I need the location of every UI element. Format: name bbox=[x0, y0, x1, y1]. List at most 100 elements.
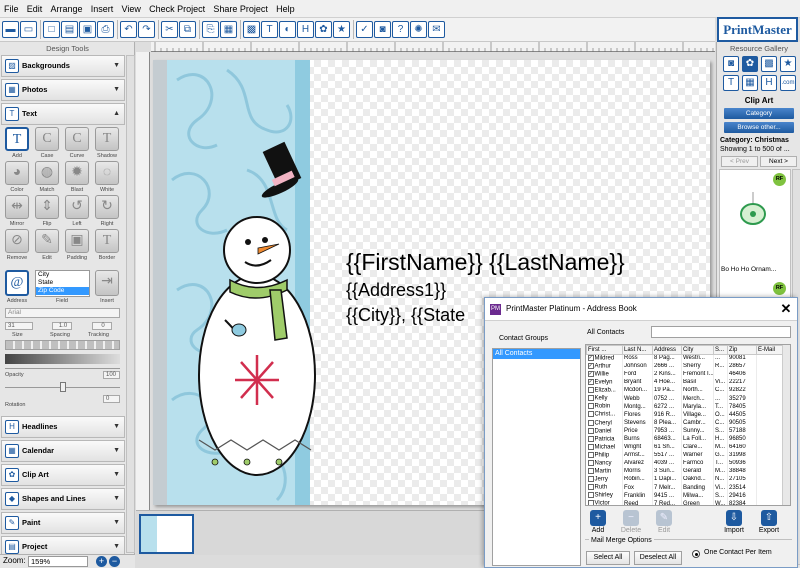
lightbulb-icon[interactable]: ✺ bbox=[410, 21, 427, 38]
email-icon[interactable]: ✉ bbox=[428, 21, 445, 38]
category-clip-art[interactable]: ✿ Clip Art ▼ bbox=[1, 464, 125, 486]
checkbox[interactable] bbox=[587, 443, 594, 450]
table-row[interactable]: ✓ Arthur Johnson 2666 ... Sherry R... 28657 bbox=[586, 362, 783, 371]
panel-scrollbar[interactable] bbox=[126, 55, 135, 553]
browse-other-button[interactable]: Browse other... bbox=[724, 122, 794, 133]
contact-groups-list[interactable]: All Contacts bbox=[492, 348, 581, 566]
checkbox[interactable] bbox=[587, 468, 594, 475]
rotation-slider-handle[interactable] bbox=[60, 382, 66, 392]
border-tool[interactable]: T bbox=[95, 229, 119, 253]
size-field[interactable]: 31 bbox=[5, 322, 33, 330]
image-icon[interactable]: ▩ bbox=[243, 21, 260, 38]
checkbox[interactable] bbox=[587, 459, 594, 466]
merge-line-city[interactable]: {{City}}, {{State bbox=[346, 305, 465, 326]
category-calendar[interactable]: ▦ Calendar ▼ bbox=[1, 440, 125, 462]
merge-line-name[interactable]: {{FirstName}} {{LastName}} bbox=[346, 249, 625, 276]
zoom-in-icon[interactable]: + bbox=[96, 556, 107, 567]
table-row[interactable]: Daniel Price 7953 ... Sunny... S... 57188 bbox=[586, 427, 783, 436]
rotation-field[interactable]: 0 bbox=[103, 395, 120, 403]
checkbox[interactable] bbox=[587, 411, 594, 418]
table-row[interactable]: Victor Reed 7 Red... Green W... 82384 bbox=[586, 500, 783, 505]
menu-edit[interactable]: Edit bbox=[24, 0, 46, 18]
color-tool[interactable]: ◕ bbox=[5, 161, 29, 185]
white-tool[interactable]: ◌ bbox=[95, 161, 119, 185]
table-row[interactable]: ✓ Willie Ford 2 Kins... Fremont I... 46406 bbox=[586, 370, 783, 379]
table-row[interactable]: Ruth Fox 7 Melr... Banding Vi... 23514 bbox=[586, 484, 783, 493]
undo-icon[interactable]: ↶ bbox=[120, 21, 137, 38]
page-view-icon[interactable]: ▭ bbox=[20, 21, 37, 38]
field-list[interactable]: City State Zip Code bbox=[35, 270, 90, 297]
font-select[interactable]: Arial bbox=[5, 308, 120, 318]
column-header[interactable]: S... bbox=[713, 345, 728, 355]
star-icon[interactable]: ★ bbox=[333, 21, 350, 38]
menu-arrange[interactable]: Arrange bbox=[48, 0, 86, 18]
import-icon[interactable]: ⇩ bbox=[726, 510, 742, 526]
table-row[interactable]: Cheryl Stevens 8 Plea... Cambr... C... 90505 bbox=[586, 419, 783, 428]
add-button-label[interactable]: Add bbox=[581, 527, 615, 534]
select-all-button[interactable]: Select All bbox=[586, 551, 630, 565]
checkbox[interactable] bbox=[587, 484, 594, 491]
menu-share-project[interactable]: Share Project bbox=[210, 0, 271, 18]
checkbox[interactable] bbox=[587, 476, 594, 483]
photo-icon[interactable]: ▦ bbox=[220, 21, 237, 38]
add-text-tool[interactable]: T bbox=[5, 127, 29, 151]
table-row[interactable]: Christ... Flores 916 R... Village... O... 445… bbox=[586, 411, 783, 420]
save-icon[interactable]: ▣ bbox=[79, 21, 96, 38]
spacing-field[interactable]: 1.0 bbox=[52, 322, 72, 330]
grid-gallery-icon[interactable]: ▦ bbox=[742, 75, 758, 91]
deselect-all-button[interactable]: Deselect All bbox=[634, 551, 682, 565]
address-book-button[interactable]: @ bbox=[5, 270, 29, 296]
checkbox[interactable] bbox=[587, 435, 594, 442]
table-row[interactable]: Shirley Franklin 9415 ... Milwa... S... 29416 bbox=[586, 492, 783, 501]
flower-gallery-icon[interactable]: ✿ bbox=[742, 56, 758, 72]
category-text[interactable]: T Text ▲ bbox=[1, 103, 125, 125]
rotate-left-tool[interactable]: ↺ bbox=[65, 195, 89, 219]
next-button[interactable]: Next > bbox=[760, 156, 797, 167]
table-row[interactable]: Elizab... Mcdon... 19 Pa... North... C... 928… bbox=[586, 386, 783, 395]
checked-checkbox[interactable]: ✓ bbox=[587, 362, 594, 369]
page-icon[interactable]: ▬ bbox=[2, 21, 19, 38]
field-option[interactable]: State bbox=[36, 279, 89, 287]
menu-file[interactable]: File bbox=[0, 0, 22, 18]
checked-checkbox[interactable]: ✓ bbox=[587, 355, 594, 361]
case-tool[interactable]: C bbox=[35, 127, 59, 151]
preview-icon[interactable]: ◙ bbox=[374, 21, 391, 38]
contact-search-input[interactable] bbox=[651, 326, 791, 338]
table-scrollbar[interactable] bbox=[782, 345, 790, 505]
table-row[interactable]: Jerry Robin... 1 Dapi... Oakrid... N... 27105 bbox=[586, 475, 783, 484]
checkbox[interactable] bbox=[587, 387, 594, 394]
category-shapes[interactable]: ◆ Shapes and Lines ▼ bbox=[1, 488, 125, 510]
checked-checkbox[interactable]: ✓ bbox=[587, 370, 594, 377]
zoom-out-icon[interactable]: − bbox=[109, 556, 120, 567]
open-icon[interactable]: ▤ bbox=[61, 21, 78, 38]
opacity-field[interactable]: 100 bbox=[103, 371, 120, 379]
paste-icon[interactable]: ⎘ bbox=[202, 21, 219, 38]
checkbox[interactable] bbox=[587, 427, 594, 434]
page-thumbnail[interactable] bbox=[139, 514, 194, 554]
table-row[interactable]: Patricia Burns 68463... La Foll... H... 96850 bbox=[586, 435, 783, 444]
curve-tool[interactable]: C bbox=[65, 127, 89, 151]
remove-tool[interactable]: ⊘ bbox=[5, 229, 29, 253]
shadow-tool[interactable]: T bbox=[95, 127, 119, 151]
close-icon[interactable]: ✕ bbox=[778, 301, 794, 317]
export-icon[interactable]: ⇧ bbox=[761, 510, 777, 526]
table-row[interactable]: Kelly Webb 0752 ... Merch...... 35279 bbox=[586, 394, 783, 404]
prev-button[interactable]: < Prev bbox=[721, 156, 758, 167]
field-option-selected[interactable]: Zip Code bbox=[36, 287, 89, 295]
one-contact-radio[interactable] bbox=[692, 550, 700, 558]
table-row[interactable]: ✓ Evelyn Bryant 4 Hoe... Basil Vi... 22217 bbox=[586, 378, 783, 387]
export-button-label[interactable]: Export bbox=[752, 527, 786, 534]
ornament-clipart[interactable] bbox=[738, 192, 768, 232]
checked-checkbox[interactable]: ✓ bbox=[587, 379, 594, 386]
menu-help[interactable]: Help bbox=[273, 0, 298, 18]
column-header[interactable]: City bbox=[681, 345, 714, 355]
headline-gallery-icon[interactable]: H bbox=[761, 75, 777, 91]
column-header[interactable]: First ... bbox=[586, 345, 623, 355]
checkbox[interactable] bbox=[587, 500, 594, 505]
column-header[interactable]: Zip bbox=[727, 345, 757, 355]
table-row[interactable]: Philip Armst... 5517 ... Warner G... 31998 bbox=[586, 451, 783, 460]
text-align-buttons[interactable] bbox=[5, 340, 120, 350]
menu-insert[interactable]: Insert bbox=[88, 0, 117, 18]
print-icon[interactable]: ⎙ bbox=[97, 21, 114, 38]
add-icon[interactable]: + bbox=[590, 510, 606, 526]
